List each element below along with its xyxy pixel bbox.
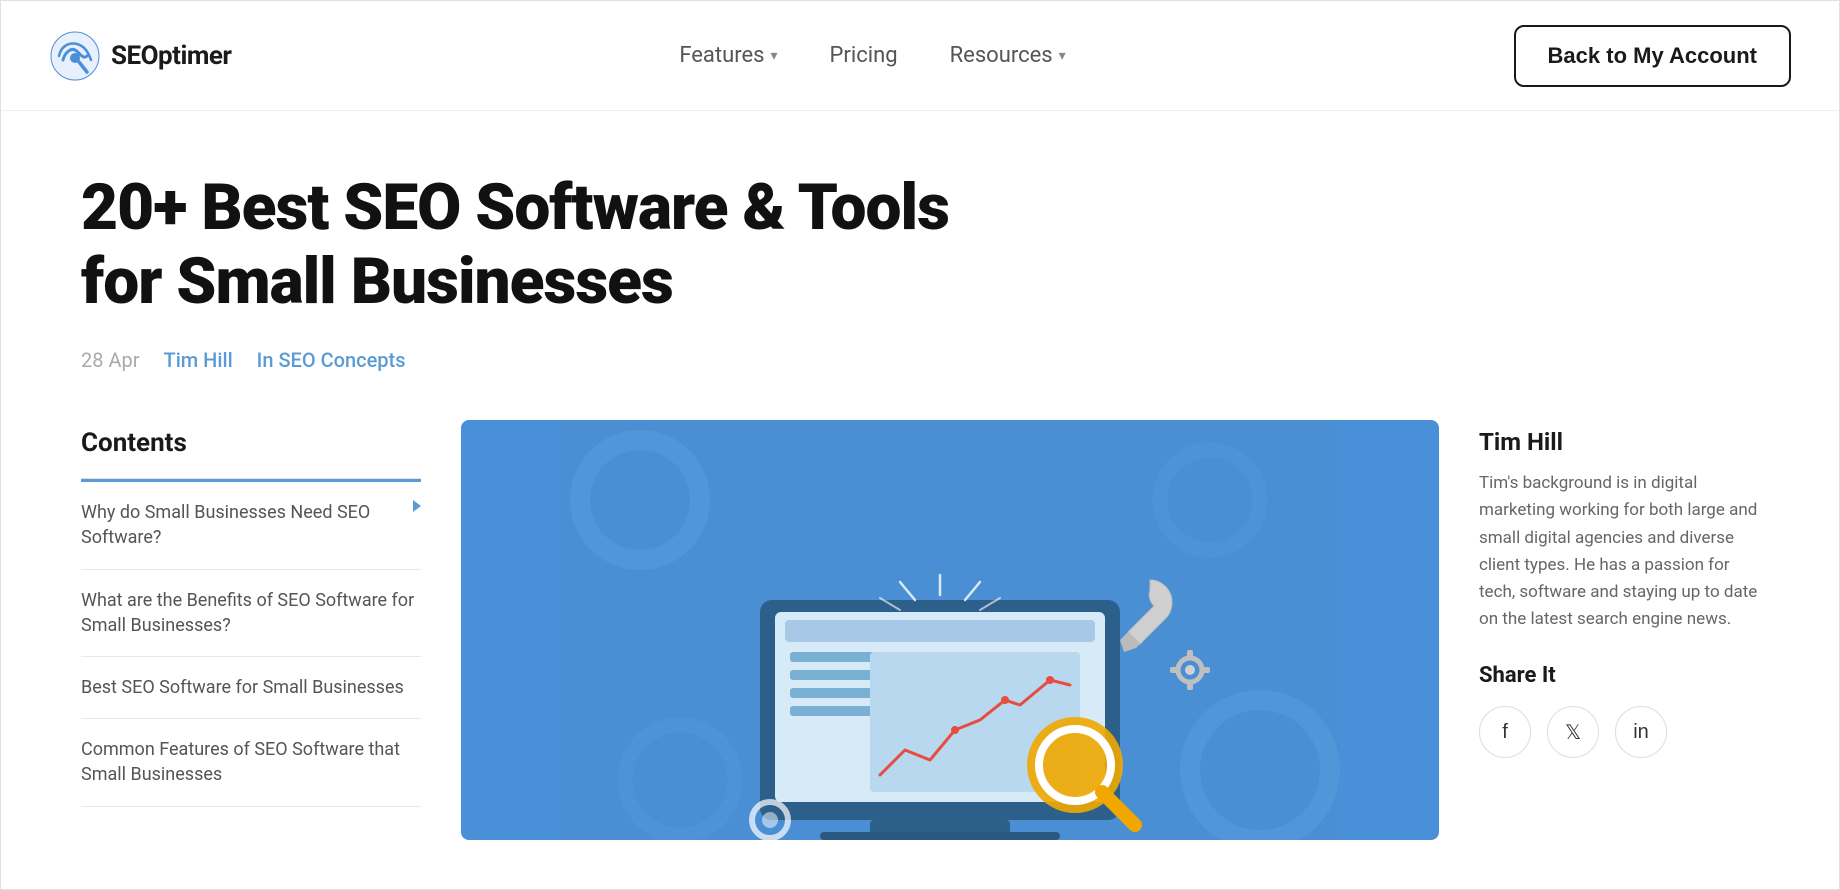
features-nav-item[interactable]: Features ▾ xyxy=(679,43,777,68)
author-name: Tim Hill xyxy=(1479,428,1759,456)
logo-icon xyxy=(49,30,101,82)
main-content: 20+ Best SEO Software & Tools for Small … xyxy=(1,111,1839,880)
article-date: 28 Apr xyxy=(81,348,140,372)
features-chevron-icon: ▾ xyxy=(771,48,778,64)
back-to-account-button[interactable]: Back to My Account xyxy=(1514,25,1791,87)
toc-item-3[interactable]: Best SEO Software for Small Businesses xyxy=(81,657,421,719)
resources-chevron-icon: ▾ xyxy=(1059,48,1066,64)
author-bio: Tim's background is in digital marketing… xyxy=(1479,470,1759,633)
brand-name: SEOptimer xyxy=(111,41,231,71)
toc-title: Contents xyxy=(81,428,421,458)
article-category[interactable]: In SEO Concepts xyxy=(257,348,406,372)
article-author[interactable]: Tim Hill xyxy=(164,348,233,372)
features-label: Features xyxy=(679,43,764,68)
article-meta: 28 Apr Tim Hill In SEO Concepts xyxy=(81,348,1759,372)
logo-area: SEOptimer xyxy=(49,30,231,82)
pricing-nav-item[interactable]: Pricing xyxy=(830,43,898,68)
twitter-x-icon: 𝕏 xyxy=(1565,720,1581,745)
author-sidebar: Tim Hill Tim's background is in digital … xyxy=(1479,420,1759,758)
toc-item-2[interactable]: What are the Benefits of SEO Software fo… xyxy=(81,570,421,657)
toc-item-4[interactable]: Common Features of SEO Software that Sma… xyxy=(81,719,421,806)
resources-nav-item[interactable]: Resources ▾ xyxy=(950,43,1066,68)
linkedin-icon: in xyxy=(1633,721,1649,744)
facebook-share-button[interactable]: f xyxy=(1479,706,1531,758)
share-title: Share It xyxy=(1479,663,1759,688)
nav-links: Features ▾ Pricing Resources ▾ xyxy=(679,43,1065,68)
share-icons: f 𝕏 in xyxy=(1479,706,1759,758)
pricing-label: Pricing xyxy=(830,43,898,68)
facebook-icon: f xyxy=(1502,721,1508,744)
toc-item-1[interactable]: Why do Small Businesses Need SEO Softwar… xyxy=(81,479,421,569)
toc-sidebar: Contents Why do Small Businesses Need SE… xyxy=(81,420,421,806)
content-row: Contents Why do Small Businesses Need SE… xyxy=(81,420,1759,840)
navbar: SEOptimer Features ▾ Pricing Resources ▾… xyxy=(1,1,1839,111)
resources-label: Resources xyxy=(950,43,1053,68)
twitter-share-button[interactable]: 𝕏 xyxy=(1547,706,1599,758)
linkedin-share-button[interactable]: in xyxy=(1615,706,1667,758)
toc-list: Why do Small Businesses Need SEO Softwar… xyxy=(81,478,421,806)
hero-image xyxy=(461,420,1439,840)
article-title: 20+ Best SEO Software & Tools for Small … xyxy=(81,171,981,318)
hero-illustration xyxy=(461,420,1439,840)
